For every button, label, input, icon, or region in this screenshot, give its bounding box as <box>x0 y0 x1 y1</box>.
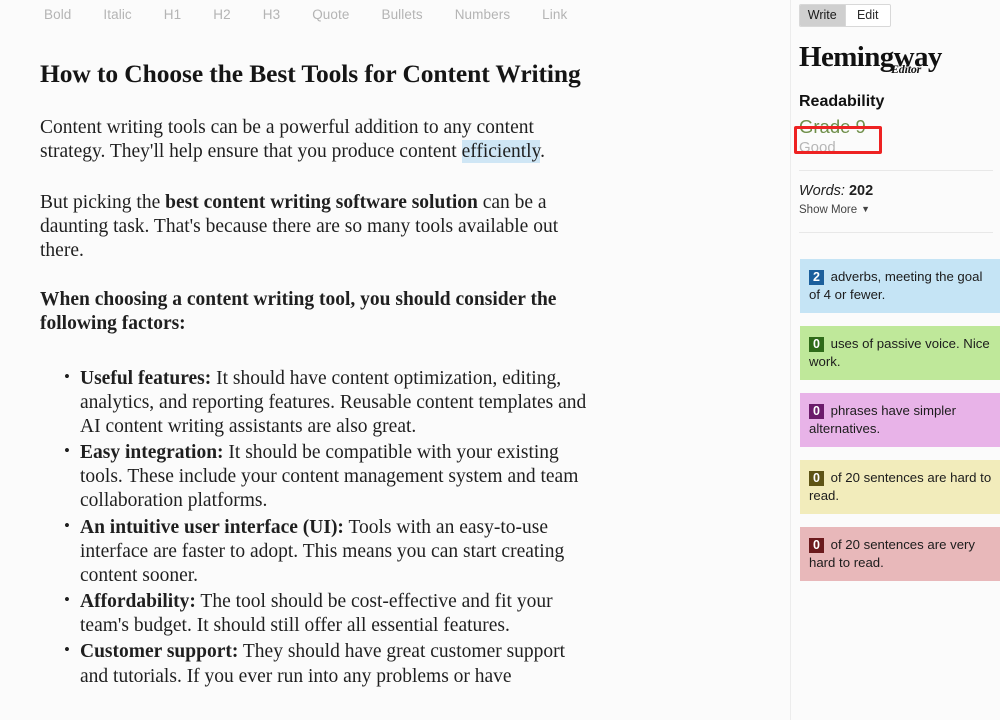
editor-pane: Bold Italic H1 H2 H3 Quote Bullets Numbe… <box>0 0 790 720</box>
word-count-label: Words: <box>799 183 845 200</box>
format-button-bold[interactable]: Bold <box>44 7 91 22</box>
hemingway-logo: Hemingway Editor <box>799 43 1000 81</box>
stat-count-simpler-phrases: 0 <box>809 404 824 420</box>
paragraph-intro: Content writing tools can be a powerful … <box>40 116 590 165</box>
adverb-highlight-efficiently: efficiently <box>461 140 541 164</box>
chevron-down-icon: ▼ <box>861 204 871 215</box>
list-item-term: Affordability: <box>80 591 196 613</box>
format-toolbar: Bold Italic H1 H2 H3 Quote Bullets Numbe… <box>0 0 790 28</box>
show-more-label: Show More <box>799 204 858 217</box>
list-item-term: An intuitive user interface (UI): <box>80 516 344 538</box>
stat-count-adverbs: 2 <box>809 270 824 285</box>
format-button-h2[interactable]: H2 <box>213 7 250 22</box>
list-item: Easy integration: It should be compatibl… <box>64 440 590 514</box>
format-button-h1[interactable]: H1 <box>164 7 201 22</box>
stat-panel-passive-voice[interactable]: 0 uses of passive voice. Nice work. <box>800 326 1000 381</box>
format-button-italic[interactable]: Italic <box>103 7 151 22</box>
readability-heading: Readability <box>799 93 885 110</box>
list-item-term: Customer support: <box>80 641 239 663</box>
word-count-value: 202 <box>848 183 874 200</box>
format-button-bullets[interactable]: Bullets <box>381 7 442 22</box>
stat-count-passive-voice: 0 <box>809 337 824 353</box>
stat-panel-adverbs[interactable]: 2 adverbs, meeting the goal of 4 or fewe… <box>800 259 1000 314</box>
format-button-quote[interactable]: Quote <box>312 7 369 22</box>
list-item-term: Useful features: <box>80 367 212 389</box>
stat-text-very-hard-sentences: of 20 sentences are very hard to read. <box>809 537 976 570</box>
list-item: An intuitive user interface (UI): Tools … <box>64 515 590 589</box>
show-more-toggle[interactable]: Show More ▼ <box>799 204 870 216</box>
stat-count-hard-sentences: 0 <box>809 471 824 487</box>
stat-panel-simpler-phrases[interactable]: 0 phrases have simpler alternatives. <box>800 393 1000 448</box>
stat-text-passive-voice: uses of passive voice. Nice work. <box>809 336 990 369</box>
factors-list: Useful features: It should have content … <box>40 366 590 689</box>
stat-text-hard-sentences: of 20 sentences are hard to read. <box>809 470 992 503</box>
stat-panels: 2 adverbs, meeting the goal of 4 or fewe… <box>800 259 1000 594</box>
logo-subtitle: Editor <box>891 62 922 76</box>
document-body[interactable]: How to Choose the Best Tools for Content… <box>0 28 790 689</box>
document-title: How to Choose the Best Tools for Content… <box>40 59 581 88</box>
tab-edit[interactable]: Edit <box>844 5 890 26</box>
readability-grade-note: Good <box>799 139 836 157</box>
paragraph-second-text-a: But picking the <box>40 191 166 213</box>
format-button-numbers[interactable]: Numbers <box>455 7 530 22</box>
stat-count-very-hard-sentences: 0 <box>809 538 824 554</box>
list-item: Affordability: The tool should be cost-e… <box>64 589 590 638</box>
stat-panel-hard-sentences[interactable]: 0 of 20 sentences are hard to read. <box>800 460 1000 515</box>
paragraph-intro-text-b: . <box>540 141 545 163</box>
list-item: Useful features: It should have content … <box>64 366 590 440</box>
format-button-link[interactable]: Link <box>542 7 587 22</box>
paragraph-second-bold: best content writing software solution <box>165 191 478 213</box>
list-item-term: Easy integration: <box>80 442 224 464</box>
paragraph-second: But picking the best content writing sof… <box>40 191 590 264</box>
hemingway-editor-app: Bold Italic H1 H2 H3 Quote Bullets Numbe… <box>0 0 1000 720</box>
paragraph-factors-lead: When choosing a content writing tool, yo… <box>40 288 557 335</box>
divider-below-show-more <box>799 232 993 234</box>
format-button-h3[interactable]: H3 <box>263 7 300 22</box>
stat-text-simpler-phrases: phrases have simpler alternatives. <box>809 403 956 436</box>
word-count: Words: 202 <box>799 183 1000 199</box>
paragraph-intro-text-a: Content writing tools can be a powerful … <box>40 116 534 163</box>
mode-switch: Write Edit <box>799 4 891 27</box>
stat-text-adverbs: adverbs, meeting the goal of 4 or fewer. <box>809 269 983 302</box>
list-item: Customer support: They should have great… <box>64 639 590 688</box>
divider-above-words <box>799 170 993 172</box>
stat-panel-very-hard-sentences[interactable]: 0 of 20 sentences are very hard to read. <box>800 527 1000 582</box>
sidebar: Write Edit Hemingway Editor Readability … <box>790 0 1000 720</box>
readability-grade: Grade 9 <box>799 116 866 137</box>
tab-write[interactable]: Write <box>800 5 845 26</box>
